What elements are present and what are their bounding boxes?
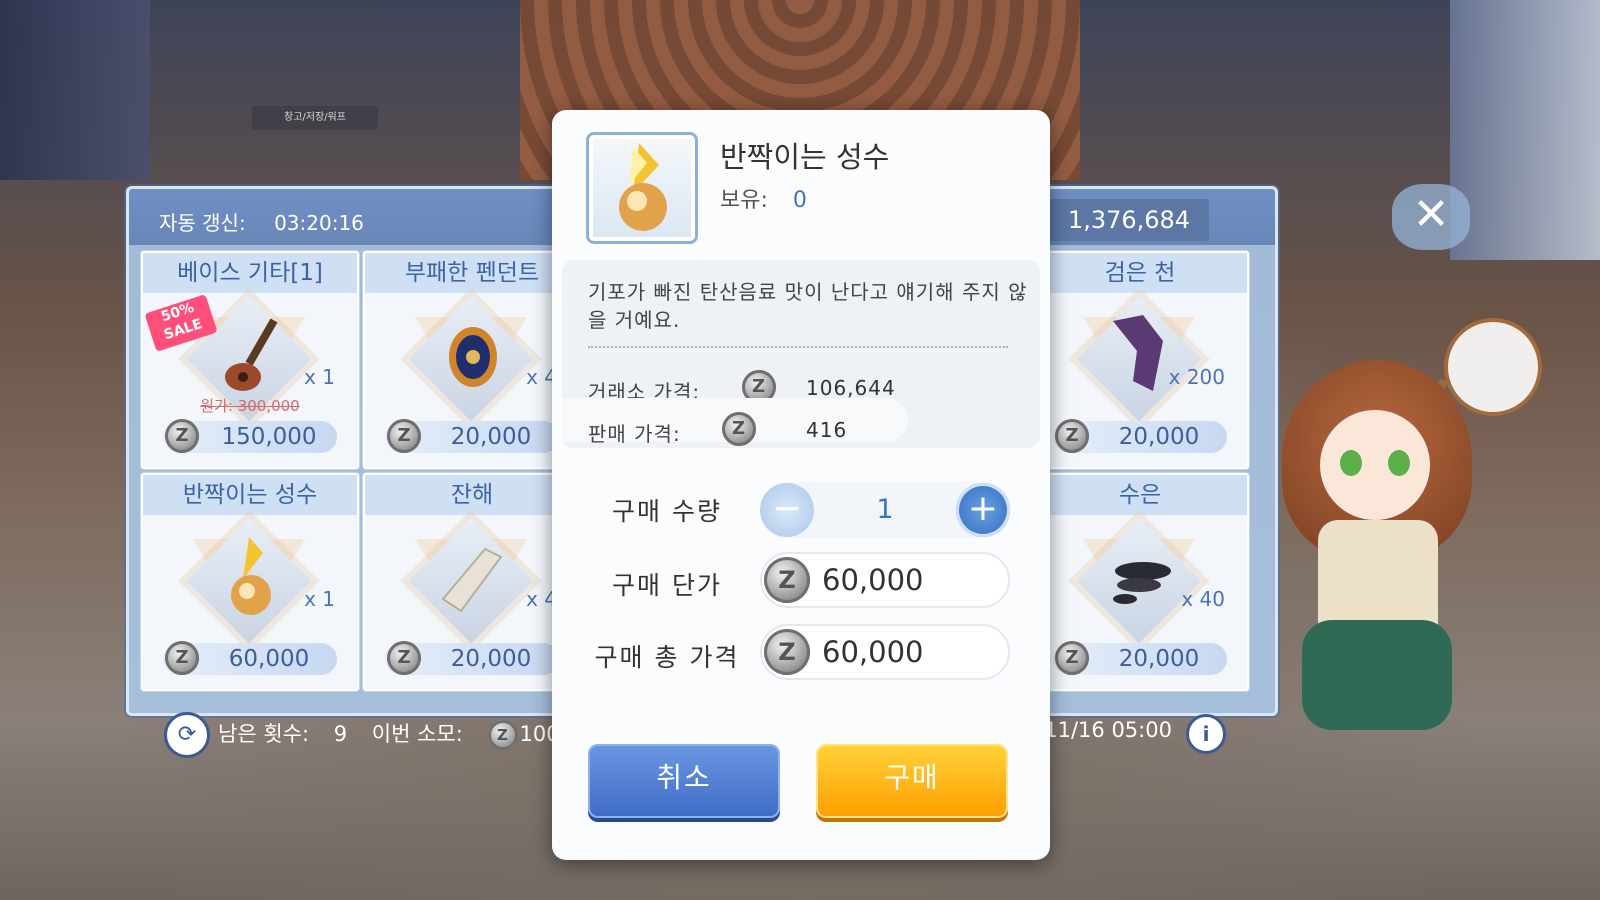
item-description: 기포가 빠진 탄산음료 맛이 난다고 얘기해 주지 않을 거예요. bbox=[588, 280, 1028, 332]
item-quantity: x 40 bbox=[1181, 587, 1225, 611]
zeny-coin-icon: Z bbox=[165, 641, 199, 675]
mercury-icon bbox=[1113, 562, 1171, 604]
holy-water-icon bbox=[619, 143, 667, 231]
purchase-dialog: 반짝이는 성수 보유: 0 기포가 빠진 탄산음료 맛이 난다고 얘기해 주지 … bbox=[552, 110, 1050, 860]
unit-price-field: Z 60,000 bbox=[760, 552, 1010, 608]
item-price: Z 20,000 bbox=[1053, 641, 1227, 675]
character-pants bbox=[1302, 620, 1452, 730]
zeny-coin-icon: Z bbox=[165, 419, 199, 453]
item-price-value: 60,000 bbox=[228, 646, 310, 672]
debris-icon bbox=[441, 547, 503, 613]
zeny-coin-icon: Z bbox=[487, 720, 518, 750]
exchange-price: 106,644 bbox=[806, 376, 896, 400]
item-quantity: x 1 bbox=[304, 587, 335, 611]
buy-button[interactable]: 구매 bbox=[816, 744, 1008, 818]
item-name: 반짝이는 성수 bbox=[143, 475, 357, 515]
owned-count-row: 보유: 0 bbox=[720, 182, 807, 214]
owned-label: 보유: bbox=[720, 188, 768, 213]
total-price-field: Z 60,000 bbox=[760, 624, 1010, 680]
npc-nameplate: 창고/저장/워프 bbox=[252, 106, 378, 130]
item-icon-frame bbox=[586, 132, 698, 244]
item-price: Z 20,000 bbox=[1053, 419, 1227, 453]
remaining-label: 남은 횟수: bbox=[218, 722, 310, 746]
decrease-quantity-button[interactable]: − bbox=[760, 483, 814, 537]
shop-period: - 11/16 05:00 bbox=[1030, 718, 1172, 742]
guitar-icon bbox=[225, 318, 278, 391]
holy-water-icon bbox=[231, 537, 271, 615]
pendant-icon bbox=[449, 327, 497, 387]
total-price-value: 60,000 bbox=[822, 635, 924, 669]
item-title: 반짝이는 성수 bbox=[720, 140, 890, 174]
owned-count: 0 bbox=[792, 188, 807, 213]
unit-price-value: 60,000 bbox=[822, 563, 924, 597]
zeny-coin-icon: Z bbox=[1055, 641, 1089, 675]
quantity-stepper: − 1 + bbox=[760, 482, 1010, 538]
shop-item-card[interactable]: 베이스 기타[1] 50% SALE x 1 원가: 300,000 Z 150… bbox=[141, 251, 359, 469]
shop-item-card[interactable]: 잔해 x 4 Z 20,000 bbox=[363, 473, 581, 691]
item-name: 부패한 펜던트 bbox=[365, 253, 579, 293]
item-name: 잔해 bbox=[365, 475, 579, 515]
cancel-button[interactable]: 취소 bbox=[588, 744, 780, 818]
refresh-button[interactable]: ⟳ bbox=[164, 712, 210, 758]
character-mascot bbox=[1262, 330, 1492, 750]
item-price: Z 60,000 bbox=[163, 641, 337, 675]
item-price: Z 20,000 bbox=[385, 641, 559, 675]
item-price: Z 20,000 bbox=[385, 419, 559, 453]
auto-refresh-time: 03:20:16 bbox=[274, 211, 364, 235]
sell-price: 416 bbox=[806, 418, 848, 442]
item-name: 수은 bbox=[1033, 475, 1247, 515]
zeny-coin-icon: Z bbox=[1055, 419, 1089, 453]
character-face bbox=[1320, 410, 1430, 520]
item-description-box[interactable]: 기포가 빠진 탄산음료 맛이 난다고 얘기해 주지 않을 거예요. 거래소 가격… bbox=[562, 260, 1040, 448]
zeny-coin-icon: Z bbox=[764, 557, 810, 603]
original-price: 원가: 300,000 bbox=[200, 397, 300, 415]
close-button[interactable]: ✕ bbox=[1392, 184, 1470, 250]
quantity-value[interactable]: 1 bbox=[820, 482, 950, 538]
item-price-value: 20,000 bbox=[1118, 424, 1200, 450]
shop-item-card[interactable]: 부패한 펜던트 x 4 Z 20,000 bbox=[363, 251, 581, 469]
item-name: 베이스 기타[1] bbox=[143, 253, 357, 293]
shop-item-card[interactable]: 수은 x 40 Z 20,000 bbox=[1031, 473, 1249, 691]
zeny-coin-icon: Z bbox=[764, 629, 810, 675]
zeny-coin-icon: Z bbox=[387, 419, 421, 453]
character-eye bbox=[1388, 450, 1410, 476]
item-quantity: x 200 bbox=[1168, 365, 1225, 389]
sell-price-row: 판매 가격: Z 416 bbox=[588, 412, 846, 447]
shop-item-card[interactable]: 반짝이는 성수 x 1 Z 60,000 bbox=[141, 473, 359, 691]
shop-item-card[interactable]: 검은 천 x 200 Z 20,000 bbox=[1031, 251, 1249, 469]
item-name: 검은 천 bbox=[1033, 253, 1247, 293]
item-price-value: 20,000 bbox=[1118, 646, 1200, 672]
item-price-value: 20,000 bbox=[450, 646, 532, 672]
sell-price-label: 판매 가격: bbox=[588, 422, 681, 446]
auto-refresh-label: 자동 갱신: bbox=[159, 211, 246, 235]
zeny-coin-icon: Z bbox=[722, 412, 756, 446]
total-price-label: 구매 총 가격 bbox=[594, 643, 740, 672]
background-tower-right bbox=[1450, 0, 1600, 260]
item-quantity: x 1 bbox=[304, 365, 335, 389]
remaining-count: 9 bbox=[333, 722, 348, 746]
unit-price-label: 구매 단가 bbox=[612, 571, 722, 600]
item-price: Z 150,000 bbox=[163, 419, 337, 453]
background-building-left bbox=[0, 0, 150, 180]
consume-label: 이번 소모: bbox=[371, 722, 463, 746]
divider bbox=[588, 346, 1008, 348]
item-price-value: 20,000 bbox=[450, 424, 532, 450]
currency-amount: 1,376,684 bbox=[1049, 199, 1209, 241]
item-price-value: 150,000 bbox=[221, 424, 317, 450]
character-eye bbox=[1340, 450, 1362, 476]
auto-refresh: 자동 갱신: 03:20:16 bbox=[159, 207, 364, 236]
zeny-coin-icon: Z bbox=[387, 641, 421, 675]
remaining-info: 남은 횟수: 9 이번 소모: Z 100 bbox=[218, 718, 578, 750]
increase-quantity-button[interactable]: + bbox=[956, 483, 1010, 537]
quantity-label: 구매 수량 bbox=[612, 497, 722, 526]
info-button[interactable]: i bbox=[1186, 714, 1226, 754]
